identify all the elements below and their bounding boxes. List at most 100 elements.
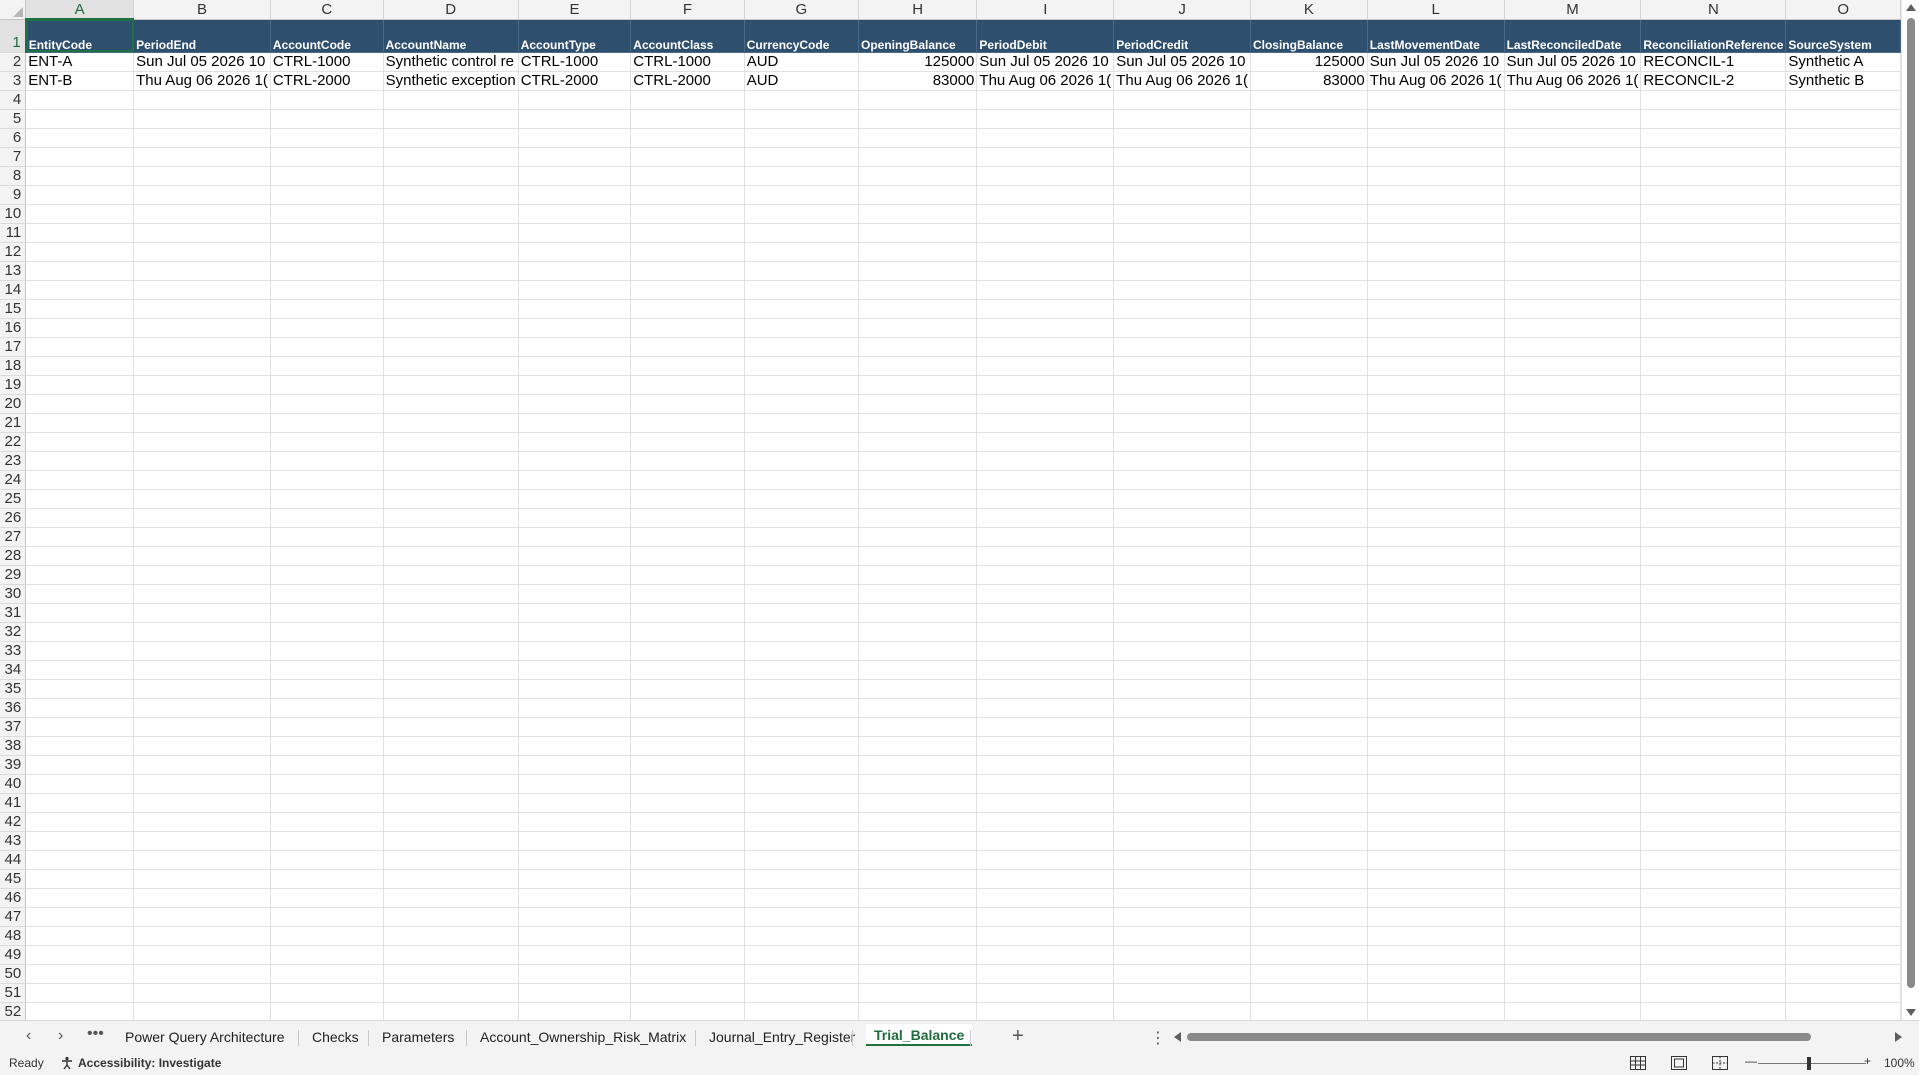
cell-i8[interactable] xyxy=(976,166,1115,186)
cell-n41[interactable] xyxy=(1640,793,1787,813)
cell-i32[interactable] xyxy=(976,622,1115,642)
cell-m41[interactable] xyxy=(1504,793,1642,813)
cell-l7[interactable] xyxy=(1367,147,1505,167)
cell-d21[interactable] xyxy=(383,413,519,433)
row-header-42[interactable]: 42 xyxy=(0,812,27,832)
cell-d10[interactable] xyxy=(383,204,519,224)
cell-g49[interactable] xyxy=(744,945,860,965)
row-header-27[interactable]: 27 xyxy=(0,527,27,547)
cell-f51[interactable] xyxy=(630,983,745,1003)
cell-j40[interactable] xyxy=(1113,774,1251,794)
cell-l32[interactable] xyxy=(1367,622,1505,642)
cell-o18[interactable] xyxy=(1785,356,1901,376)
cell-k51[interactable] xyxy=(1250,983,1368,1003)
cell-g21[interactable] xyxy=(744,413,860,433)
cell-m47[interactable] xyxy=(1504,907,1642,927)
cell-n32[interactable] xyxy=(1640,622,1787,642)
cell-o50[interactable] xyxy=(1785,964,1901,984)
column-header-a[interactable]: A xyxy=(25,0,135,20)
cell-f27[interactable] xyxy=(630,527,745,547)
cell-l49[interactable] xyxy=(1367,945,1505,965)
cell-f8[interactable] xyxy=(630,166,745,186)
cell-m24[interactable] xyxy=(1504,470,1642,490)
cell-h32[interactable] xyxy=(858,622,978,642)
cell-c23[interactable] xyxy=(270,451,384,471)
tab-power-query-architecture[interactable]: Power Query Architecture xyxy=(125,1026,285,1048)
cell-a18[interactable] xyxy=(25,356,135,376)
row-header-19[interactable]: 19 xyxy=(0,375,27,395)
cell-j19[interactable] xyxy=(1113,375,1251,395)
cell-l9[interactable] xyxy=(1367,185,1505,205)
row-header-3[interactable]: 3 xyxy=(0,71,27,91)
cell-f16[interactable] xyxy=(630,318,745,338)
cell-k39[interactable] xyxy=(1250,755,1368,775)
row-header-22[interactable]: 22 xyxy=(0,432,27,452)
cell-m39[interactable] xyxy=(1504,755,1642,775)
cell-n43[interactable] xyxy=(1640,831,1787,851)
cell-o39[interactable] xyxy=(1785,755,1901,775)
cell-k19[interactable] xyxy=(1250,375,1368,395)
cell-j20[interactable] xyxy=(1113,394,1251,414)
cell-i45[interactable] xyxy=(976,869,1115,889)
cell-n42[interactable] xyxy=(1640,812,1787,832)
cell-l50[interactable] xyxy=(1367,964,1505,984)
cell-j9[interactable] xyxy=(1113,185,1251,205)
row-header-36[interactable]: 36 xyxy=(0,698,27,718)
cell-h40[interactable] xyxy=(858,774,978,794)
cell-m28[interactable] xyxy=(1504,546,1642,566)
cell-f50[interactable] xyxy=(630,964,745,984)
cell-a46[interactable] xyxy=(25,888,135,908)
cell-b6[interactable] xyxy=(133,128,271,148)
cell-a14[interactable] xyxy=(25,280,135,300)
cell-g13[interactable] xyxy=(744,261,860,281)
column-header-o[interactable]: O xyxy=(1785,0,1901,20)
cell-h13[interactable] xyxy=(858,261,978,281)
cell-b11[interactable] xyxy=(133,223,271,243)
cell-i48[interactable] xyxy=(976,926,1115,946)
cell-c48[interactable] xyxy=(270,926,384,946)
cell-j5[interactable] xyxy=(1113,109,1251,129)
cell-g27[interactable] xyxy=(744,527,860,547)
cell-a16[interactable] xyxy=(25,318,135,338)
cell-m42[interactable] xyxy=(1504,812,1642,832)
cell-a33[interactable] xyxy=(25,641,135,661)
cell-l34[interactable] xyxy=(1367,660,1505,680)
cell-o9[interactable] xyxy=(1785,185,1901,205)
cell-g51[interactable] xyxy=(744,983,860,1003)
cell-i7[interactable] xyxy=(976,147,1115,167)
cell-j48[interactable] xyxy=(1113,926,1251,946)
cell-k5[interactable] xyxy=(1250,109,1368,129)
row-header-31[interactable]: 31 xyxy=(0,603,27,623)
column-header-c[interactable]: C xyxy=(270,0,384,20)
cell-f29[interactable] xyxy=(630,565,745,585)
cell-c5[interactable] xyxy=(270,109,384,129)
cell-g44[interactable] xyxy=(744,850,860,870)
cell-k3[interactable]: 83000 xyxy=(1250,71,1368,91)
cell-e6[interactable] xyxy=(518,128,632,148)
cell-n21[interactable] xyxy=(1640,413,1787,433)
cell-n37[interactable] xyxy=(1640,717,1787,737)
cell-c13[interactable] xyxy=(270,261,384,281)
cell-d18[interactable] xyxy=(383,356,519,376)
cell-c3[interactable]: CTRL-2000 xyxy=(270,71,384,91)
cell-o26[interactable] xyxy=(1785,508,1901,528)
cell-m51[interactable] xyxy=(1504,983,1642,1003)
cell-b40[interactable] xyxy=(133,774,271,794)
cell-e31[interactable] xyxy=(518,603,632,623)
cell-l47[interactable] xyxy=(1367,907,1505,927)
cell-k8[interactable] xyxy=(1250,166,1368,186)
cell-a9[interactable] xyxy=(25,185,135,205)
cell-i6[interactable] xyxy=(976,128,1115,148)
cell-h21[interactable] xyxy=(858,413,978,433)
cell-o5[interactable] xyxy=(1785,109,1901,129)
cell-k29[interactable] xyxy=(1250,565,1368,585)
tab-checks[interactable]: Checks xyxy=(312,1026,359,1048)
cell-l31[interactable] xyxy=(1367,603,1505,623)
cell-i17[interactable] xyxy=(976,337,1115,357)
cell-b48[interactable] xyxy=(133,926,271,946)
cell-i1[interactable]: PeriodDebit xyxy=(976,19,1115,53)
cell-i42[interactable] xyxy=(976,812,1115,832)
cell-j45[interactable] xyxy=(1113,869,1251,889)
cell-l16[interactable] xyxy=(1367,318,1505,338)
cell-c39[interactable] xyxy=(270,755,384,775)
